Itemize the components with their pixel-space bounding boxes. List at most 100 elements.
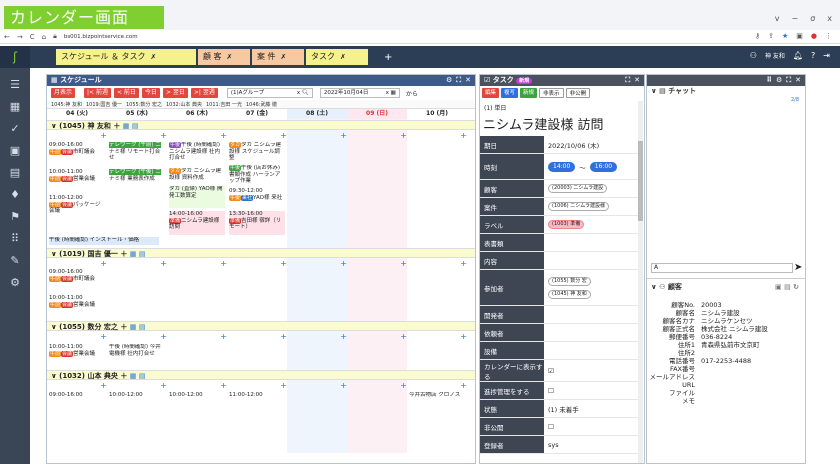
bell-icon[interactable]: 🔔︎ (793, 51, 803, 60)
deal-chip[interactable]: (1006) ニシムラ建設様 (548, 202, 609, 211)
reload-icon[interactable]: C (30, 33, 35, 41)
event[interactable]: 午後 (時間確認) インストール・価格 (49, 237, 159, 245)
field-value[interactable]: (1) 未着手 (544, 400, 638, 417)
field-value[interactable] (544, 234, 638, 251)
user-name[interactable]: 神 友和 (765, 51, 785, 60)
new-button[interactable]: 新規 (520, 88, 538, 98)
private-checkbox[interactable]: ☐ (544, 418, 638, 435)
add-event-button[interactable]: + (407, 259, 467, 268)
member-filter[interactable]: 1019:国吉 優一 (86, 101, 122, 108)
expand-icon[interactable]: ⛶ (625, 75, 630, 86)
event[interactable]: 10:00-11:00 午前 会議営業会議 (49, 344, 105, 362)
show-calendar-checkbox[interactable]: ☑ (544, 360, 638, 381)
add-event-button[interactable]: + (407, 381, 467, 390)
forward-icon[interactable]: → (17, 33, 23, 41)
event[interactable]: 午後午後 (店お休み) 書類作成 ハーランアップ作業 (229, 165, 285, 185)
event[interactable]: テレワーク (午後) ニナミ様 業務表作成 (109, 169, 165, 185)
event[interactable]: 09:00-16:00 午前 会議市町議会 (49, 142, 105, 164)
tab-close-icon[interactable]: ✗ (151, 49, 157, 65)
grid-icon[interactable]: ⠿ (766, 75, 771, 86)
event[interactable]: 10:00-11:00 午前 会議営業会議 (49, 295, 105, 313)
private-button[interactable]: 非公開 (565, 88, 591, 98)
star-icon[interactable]: ★ (782, 32, 788, 40)
tab-close-icon[interactable]: ✗ (340, 49, 346, 65)
event[interactable]: 10:00-12:00 (109, 392, 165, 400)
member-filter[interactable]: 1011:吉田 一光 (206, 101, 242, 108)
grid-icon[interactable]: ⠿ (0, 228, 30, 250)
add-event-button[interactable]: + (407, 131, 467, 140)
field-value[interactable]: 2022/10/06 (木) (544, 136, 638, 153)
task-scrollbar[interactable] (638, 101, 643, 463)
customer-chip[interactable]: (20003) ニシムラ建設 (548, 184, 608, 193)
progress-checkbox[interactable]: ☐ (544, 382, 638, 399)
add-event-button[interactable]: + (227, 381, 287, 390)
add-event-button[interactable]: + (227, 332, 287, 341)
add-event-button[interactable]: + (287, 381, 347, 390)
add-event-button[interactable]: + (167, 131, 227, 140)
window-icon[interactable]: ▣ (796, 32, 803, 40)
today-button[interactable]: 今日 (141, 88, 160, 98)
person-row-1032[interactable]: ∨ (1032) 山本 典央 ＋ ▦ ▤ (47, 370, 475, 380)
tab-task[interactable]: タスク ✗ (306, 49, 368, 65)
user-icon[interactable]: ⚇ (750, 51, 757, 60)
person-row-1055[interactable]: ∨ (1055) 数分 宏之 ＋ ▦ ▤ (47, 321, 475, 331)
field-value[interactable] (544, 324, 638, 341)
participant-chip[interactable]: (1055) 数分 宏 (548, 276, 591, 286)
add-event-button[interactable]: + (347, 259, 407, 268)
window-maximize-button[interactable]: σ (810, 14, 815, 23)
add-tab-button[interactable]: + (370, 52, 392, 63)
next-day-button[interactable]: > 翌日 (162, 88, 188, 98)
tab-customer[interactable]: 顧 客 ✗ (198, 49, 250, 65)
document-icon[interactable]: ▤ (0, 162, 30, 184)
scrollbar-thumb[interactable] (638, 141, 643, 221)
tab-close-icon[interactable]: ✗ (227, 49, 233, 65)
field-value[interactable] (544, 252, 638, 269)
add-event-button[interactable]: + (107, 259, 167, 268)
expand-icon[interactable]: ⛶ (456, 75, 461, 86)
event[interactable]: 13:30-16:00 準備吉田様 宿詳（リモート） (229, 211, 285, 235)
person-row-1019[interactable]: ∨ (1019) 国吉 優一 ＋ ▦ ▤ (47, 248, 475, 258)
field-value[interactable] (544, 342, 638, 359)
month-view-button[interactable]: 月表示 (51, 88, 76, 98)
add-event-button[interactable]: + (227, 259, 287, 268)
settings-icon[interactable]: ⚙ (776, 75, 782, 86)
event[interactable]: 11:00-12:00 午前 会議パッケージ会議 (49, 195, 105, 217)
event[interactable]: 10:00-12:00 (169, 392, 225, 400)
event[interactable]: 午後午後 (時間確認) ニシムラ建設様 社内打合せ (169, 142, 225, 164)
event[interactable]: 09:00-16:00 (49, 392, 105, 400)
calendar-icon[interactable]: ▦ ▤ (130, 372, 146, 380)
back-icon[interactable]: ← (4, 33, 10, 41)
customer-tools[interactable]: ▣ ▤ ↻ (775, 282, 799, 293)
window-collapse-button[interactable]: v (775, 14, 780, 23)
menu-icon[interactable]: ⋮ (825, 32, 832, 40)
time-to[interactable]: 16:00 (589, 161, 618, 172)
add-event-button[interactable]: + (227, 131, 287, 140)
calendar-icon[interactable]: ▦ ▤ (130, 323, 146, 331)
window-close-button[interactable]: x (827, 14, 832, 23)
send-icon[interactable]: ➤ (794, 262, 802, 273)
group-select[interactable]: (1)Aグループ x 🔍︎ (226, 88, 313, 98)
close-icon[interactable]: ✕ (465, 75, 471, 86)
add-event-button[interactable]: + (167, 259, 227, 268)
app-logo-icon[interactable]: ʃ (0, 46, 30, 68)
add-event-button[interactable]: + (47, 332, 107, 341)
calendar-icon[interactable]: ▦ ▤ (130, 250, 146, 258)
event[interactable]: タカタカ ニシムラ建設様 スケジュール調整 (229, 142, 285, 162)
member-filter[interactable]: 1032:山本 典央 (166, 101, 202, 108)
add-event-button[interactable]: + (47, 131, 107, 140)
settings-icon[interactable]: ⚙ (446, 75, 452, 86)
add-event-button[interactable]: + (167, 332, 227, 341)
calendar-icon[interactable]: x ▦ (386, 89, 396, 98)
add-event-button[interactable]: + (287, 131, 347, 140)
hide-button[interactable]: 非表示 (539, 88, 564, 98)
add-event-button[interactable]: + (47, 259, 107, 268)
key-icon[interactable]: ⚷ (755, 32, 760, 40)
customer-section-header[interactable]: ∨ ⚇ 顧客 ▣ ▤ ↻ (647, 282, 805, 293)
tab-schedule-task[interactable]: スケジュール ＆ タスク ✗ (56, 49, 196, 65)
add-event-button[interactable]: + (347, 332, 407, 341)
url-text[interactable]: bs001.bizpointservice.com (64, 34, 138, 40)
flag-icon[interactable]: ⚑ (0, 206, 30, 228)
person-row-1045[interactable]: ∨ (1045) 神 友和 ＋ ▦ ▤ (47, 120, 475, 130)
next-week-button[interactable]: >| 翌週 (190, 88, 218, 98)
menu-icon[interactable]: ☰ (0, 74, 30, 96)
